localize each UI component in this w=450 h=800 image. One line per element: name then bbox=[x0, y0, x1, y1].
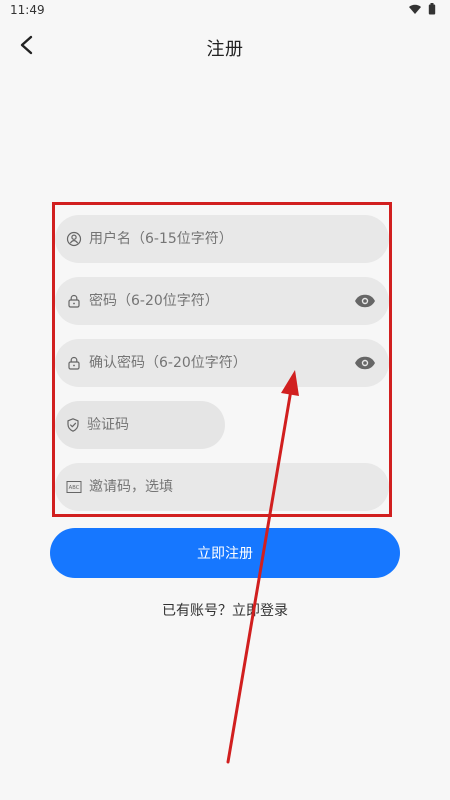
password-field[interactable] bbox=[55, 277, 389, 325]
confirm-password-field[interactable] bbox=[55, 339, 389, 387]
password-input[interactable] bbox=[89, 293, 353, 309]
verification-code-field[interactable] bbox=[55, 401, 261, 449]
header-bar: 注册 bbox=[0, 22, 450, 74]
page-title: 注册 bbox=[206, 39, 244, 60]
abc-icon: ABC bbox=[65, 478, 83, 496]
login-link[interactable]: 已有账号？立即登录 bbox=[0, 600, 450, 620]
user-circle-icon bbox=[65, 230, 83, 248]
status-bar: 11:49 bbox=[0, 0, 450, 20]
invitation-code-input[interactable] bbox=[89, 479, 377, 495]
verification-code-input[interactable] bbox=[87, 417, 261, 433]
back-button[interactable] bbox=[12, 32, 42, 62]
confirm-password-input[interactable] bbox=[89, 355, 353, 371]
login-link-text[interactable]: 已有账号？立即登录 bbox=[162, 603, 288, 619]
lock-icon bbox=[65, 354, 83, 372]
registration-form: ABC bbox=[52, 202, 392, 517]
username-input[interactable] bbox=[89, 231, 377, 247]
lock-icon bbox=[65, 292, 83, 310]
register-page: 11:49 注册 用户名（6-15位字符） 密码（6-20位字符） 确认密码（6… bbox=[0, 0, 450, 800]
username-field[interactable] bbox=[55, 215, 389, 263]
status-time: 11:49 bbox=[10, 3, 45, 17]
chevron-left-icon bbox=[18, 35, 36, 59]
invitation-code-field[interactable]: ABC bbox=[55, 463, 389, 511]
battery-icon bbox=[428, 2, 436, 18]
svg-text:ABC: ABC bbox=[69, 485, 80, 491]
eye-icon[interactable] bbox=[353, 289, 377, 313]
shield-icon bbox=[65, 416, 81, 434]
status-icons bbox=[408, 2, 450, 18]
wifi-icon bbox=[408, 3, 422, 18]
eye-icon[interactable] bbox=[353, 351, 377, 375]
register-button[interactable]: 立即注册 bbox=[50, 528, 400, 578]
